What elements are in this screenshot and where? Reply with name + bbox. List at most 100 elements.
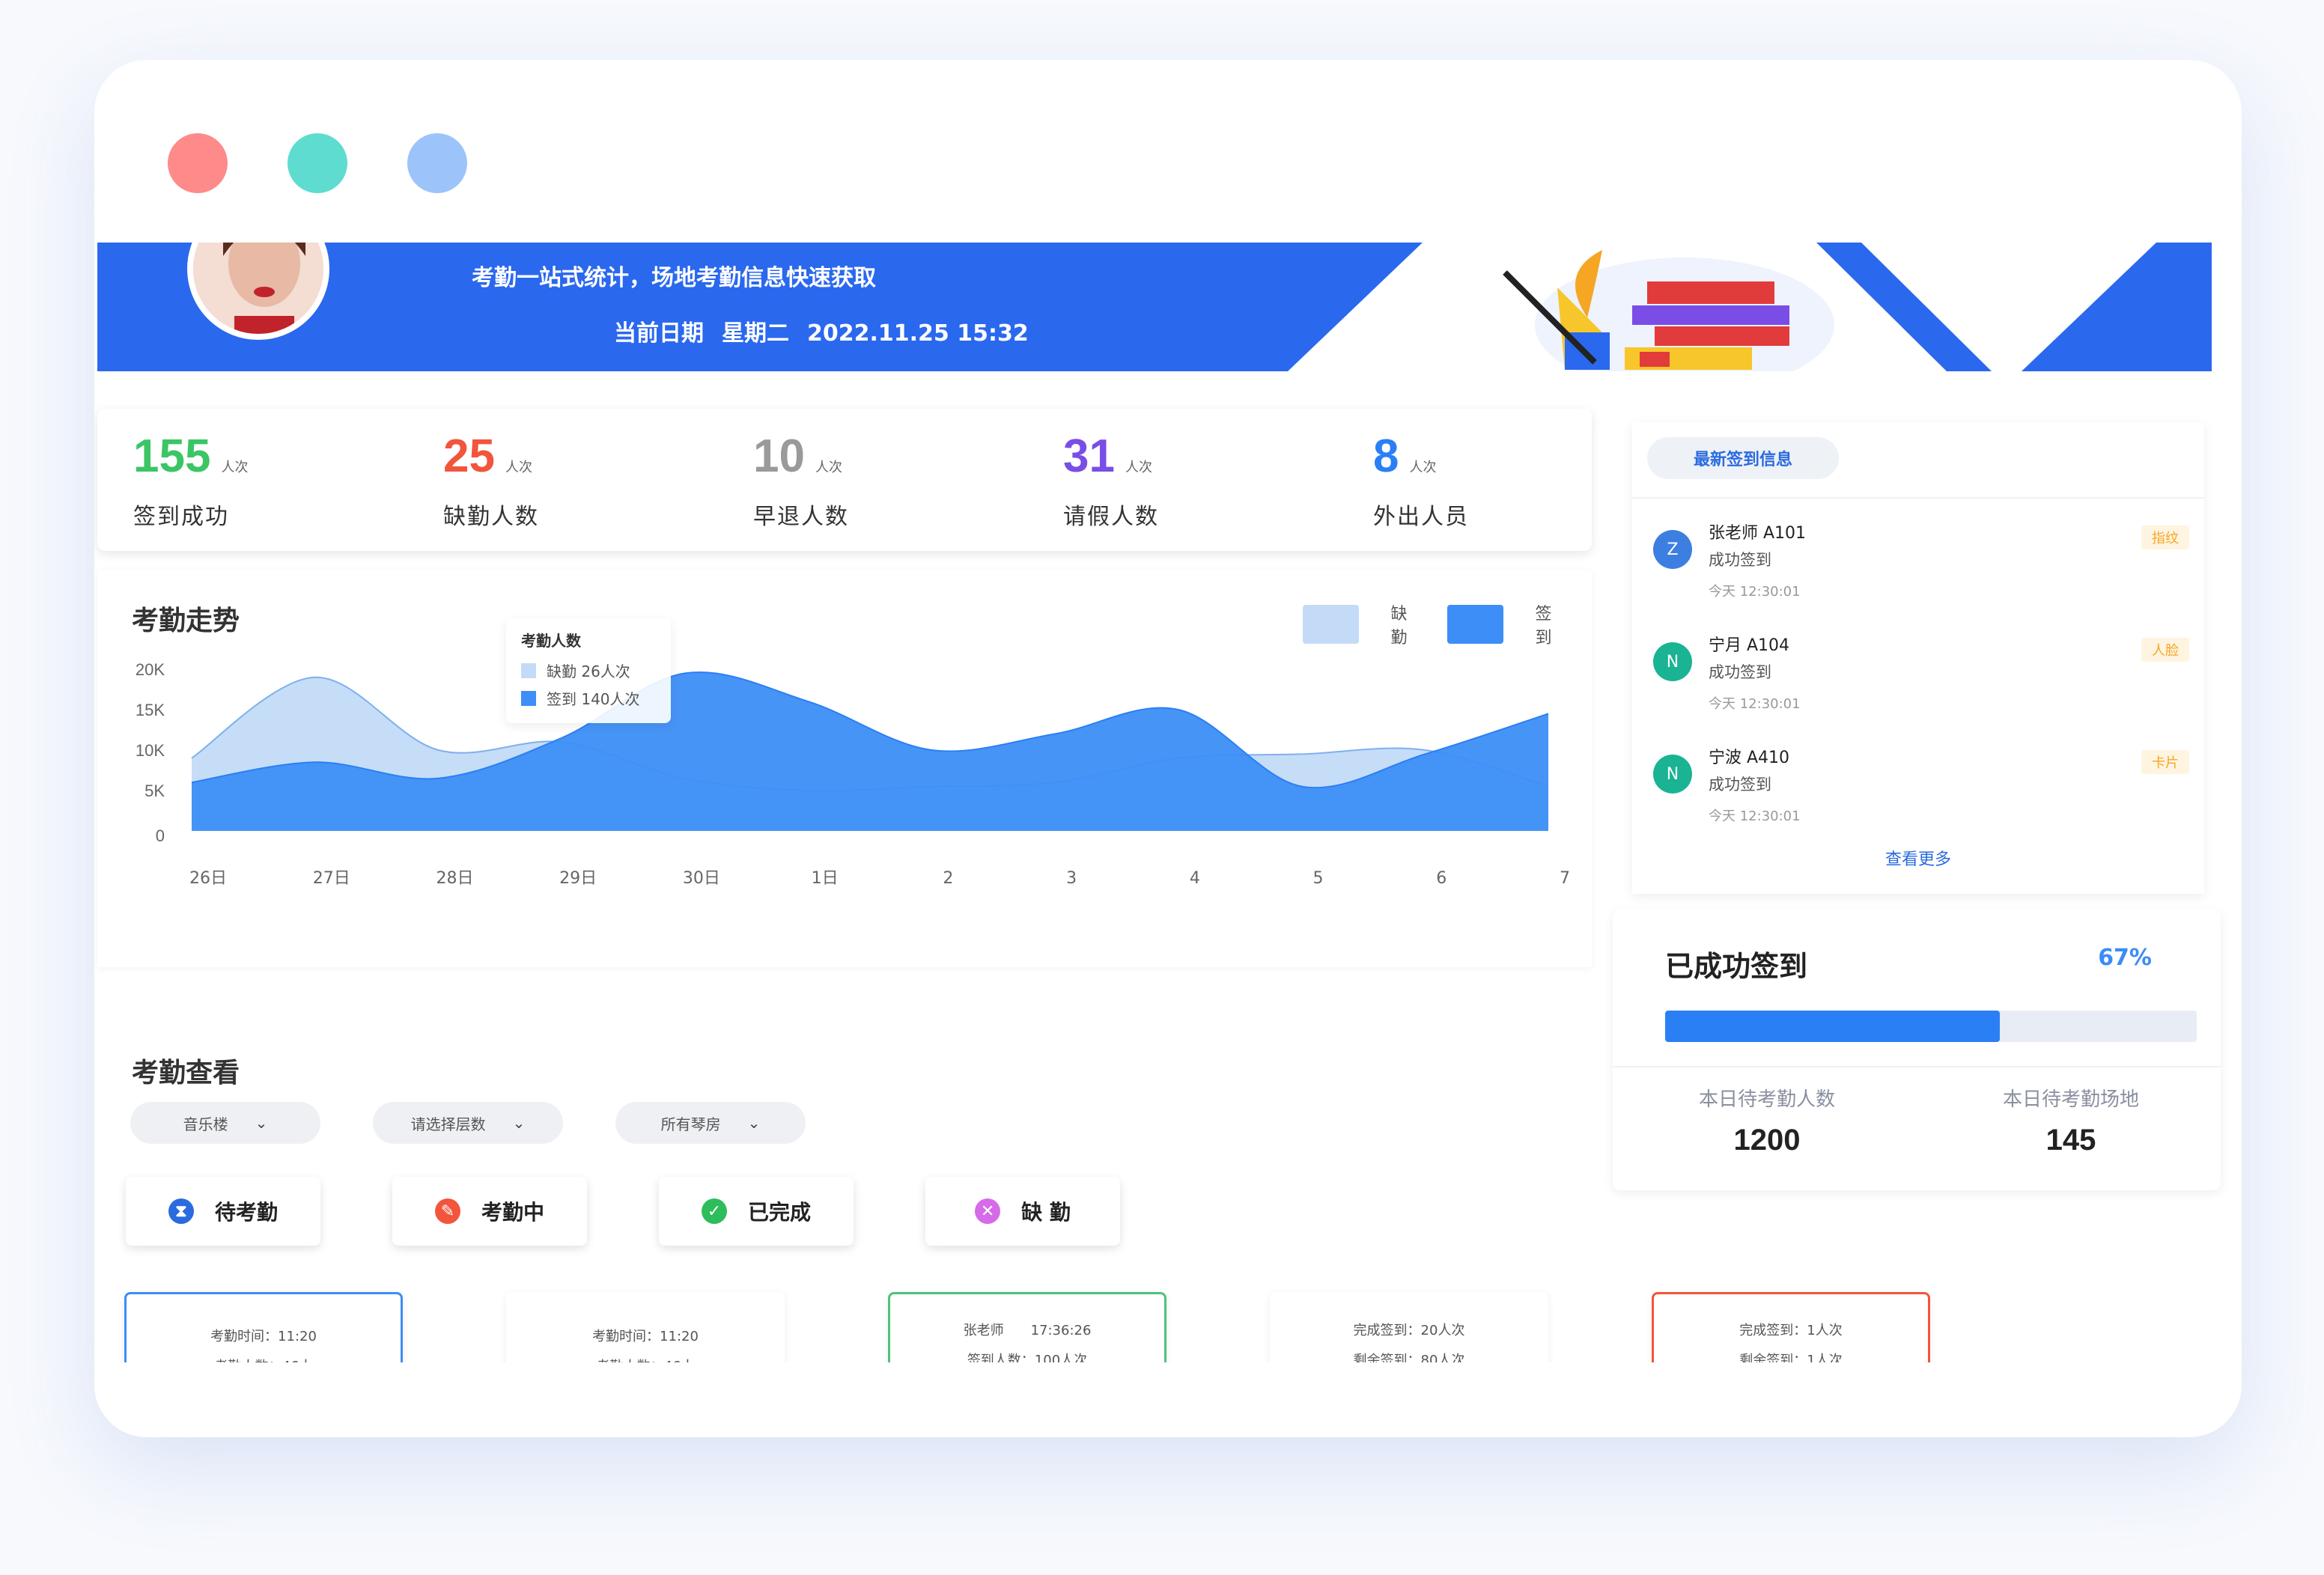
status-button[interactable]: ⧗ 待考勤 (126, 1177, 320, 1246)
chevron-down-icon: ⌄ (512, 1114, 526, 1132)
checkin-feed: 最新签到信息 Z 张老师 A101 成功签到 今天 12:30:01 指纹 N 宁月 A10… (1632, 422, 2204, 894)
stat-label: 缺勤人数 (443, 504, 539, 530)
status-button[interactable]: ✓ 已完成 (659, 1177, 854, 1246)
filter-bar: 音乐楼 ⌄ 请选择层数 ⌄ 所有琴房 ⌄ (130, 1102, 806, 1144)
feed-status: 成功签到 (1709, 551, 1771, 569)
select-value: 音乐楼 (183, 1115, 228, 1133)
attendance-card[interactable]: 完成签到：20人次剩余签到：80人次20% (1270, 1292, 1548, 1362)
attendance-card[interactable]: 张老师 17:36:26签到人数：100人次100% (888, 1292, 1166, 1362)
tooltip-text: 签到 140人次 (547, 690, 640, 708)
x-tick-label: 29日 (559, 869, 597, 888)
list-item[interactable]: N 宁波 A410 成功签到今天 12:30:01 卡片 (1653, 744, 2192, 841)
minimize-window-button[interactable] (288, 133, 347, 193)
attendance-title: 考勤查看 (132, 1058, 240, 1088)
stat-absent: 25 人次 缺勤人数 (443, 430, 539, 531)
feed-status: 成功签到 (1709, 776, 1771, 793)
stat-left-early: 10 人次 早退人数 (753, 430, 849, 531)
pending-rooms-stat: 本日待考勤场地 145 (1959, 1084, 2183, 1157)
y-tick-label: 20K (136, 660, 165, 679)
x-tick-label: 6 (1436, 869, 1447, 888)
attendance-card[interactable]: 考勤时间：11:20考勤人数：46人考勤类型：抽查模式 (124, 1292, 403, 1362)
x-tick-label: 28日 (436, 869, 473, 888)
close-circle-icon: ✕ (975, 1198, 1001, 1224)
card-line: 考勤时间：11:20 (592, 1329, 699, 1344)
chart-tooltip: 考勤人数 缺勤 26人次 签到 140人次 (506, 618, 671, 723)
stat-unit: 人次 (1409, 460, 1437, 475)
building-select[interactable]: 音乐楼 ⌄ (130, 1102, 320, 1144)
attendance-card[interactable]: 完成签到：1人次剩余签到：1人次50% (1652, 1292, 1930, 1362)
attendance-card[interactable]: 考勤时间：11:20考勤人数：46人考勤类型：抽查模式 (506, 1292, 785, 1362)
x-tick-label: 1日 (812, 869, 839, 888)
status-button-label: 已完成 (747, 1200, 811, 1225)
list-item[interactable]: Z 张老师 A101 成功签到 今天 12:30:01 指纹 (1653, 520, 2192, 617)
card-line: 张老师 17:36:26 (963, 1323, 1092, 1338)
y-tick-label: 5K (145, 782, 165, 800)
card-line: 完成签到：1人次 (1739, 1323, 1843, 1338)
divider (1632, 497, 2204, 499)
method-badge: 人脸 (2141, 638, 2189, 662)
tooltip-row-checkin: 签到 140人次 (521, 687, 656, 709)
hourglass-icon: ⧗ (168, 1198, 194, 1224)
progress-bar (1665, 1011, 2197, 1042)
stat-label: 早退人数 (753, 504, 849, 530)
x-tick-label: 2 (943, 869, 953, 888)
banner-background (97, 243, 2212, 371)
avatar: Z (1653, 530, 1692, 569)
stat-unit: 人次 (1125, 460, 1152, 475)
select-value: 所有琴房 (660, 1115, 721, 1133)
status-button[interactable]: ✎ 考勤中 (392, 1177, 587, 1246)
method-badge: 指纹 (2141, 525, 2189, 549)
stat-on-leave: 31 人次 请假人数 (1063, 430, 1159, 531)
stat-value: 31 (1063, 430, 1115, 482)
list-item[interactable]: N 宁月 A104 成功签到 今天 12:30:01 人脸 (1653, 632, 2192, 729)
floor-select[interactable]: 请选择层数 ⌄ (373, 1102, 563, 1144)
room-select[interactable]: 所有琴房 ⌄ (615, 1102, 806, 1144)
chevron-down-icon: ⌄ (747, 1114, 761, 1132)
select-value: 请选择层数 (410, 1115, 486, 1133)
avatar: N (1653, 755, 1692, 793)
feed-time: 今天 12:30:01 (1709, 808, 1801, 824)
clipboard-icon: ✎ (434, 1198, 460, 1224)
y-tick-label: 15K (136, 701, 165, 719)
progress-fill (1665, 1011, 2001, 1042)
card-line: 签到人数：100人次 (967, 1353, 1088, 1362)
weekday: 星期二 (722, 320, 789, 347)
progress-title: 已成功签到 (1665, 950, 1808, 983)
stat-value: 155 (133, 430, 211, 482)
window-controls (168, 133, 467, 193)
pstat-label: 本日待考勤场地 (2002, 1088, 2139, 1111)
avatar: N (1653, 642, 1692, 681)
maximize-window-button[interactable] (407, 133, 467, 193)
chevron-down-icon: ⌄ (255, 1114, 268, 1132)
tab-latest-checkins[interactable]: 最新签到信息 (1647, 437, 1839, 479)
x-tick-label: 3 (1066, 869, 1077, 888)
feed-time: 今天 12:30:01 (1709, 584, 1801, 600)
stat-unit: 人次 (815, 460, 842, 475)
view-more-link[interactable]: 查看更多 (1632, 846, 2204, 870)
stat-label: 签到成功 (133, 504, 229, 530)
feed-status: 成功签到 (1709, 663, 1771, 681)
pstat-label: 本日待考勤人数 (1698, 1088, 1835, 1111)
trend-chart[interactable]: 20K 15K 10K 5K 0 26日 27日 28日 29日 30日 1日 2 3 4 5 6 7 (97, 570, 1592, 967)
tooltip-title: 考勤人数 (521, 632, 581, 650)
card-line: 剩余签到：80人次 (1353, 1353, 1465, 1362)
close-window-button[interactable] (168, 133, 228, 193)
books-illustration (1503, 250, 1834, 371)
banner-tagline: 考勤一站式统计，场地考勤信息快速获取 (472, 265, 876, 291)
status-button[interactable]: ✕ 缺 勤 (925, 1177, 1120, 1246)
checkin-progress-card: 已成功签到 67% 本日待考勤人数 1200 本日待考勤场地 145 (1613, 909, 2221, 1190)
card-line: 考勤人数：46人 (127, 1356, 401, 1362)
avatar[interactable] (187, 243, 329, 340)
pending-people-stat: 本日待考勤人数 1200 (1655, 1084, 1879, 1157)
x-tick-label: 4 (1190, 869, 1200, 888)
pstat-value: 1200 (1733, 1124, 1801, 1157)
method-badge: 卡片 (2141, 750, 2189, 774)
stat-out: 8 人次 外出人员 (1373, 430, 1469, 531)
x-tick-label: 5 (1313, 869, 1324, 888)
tooltip-swatch (521, 662, 536, 678)
stat-unit: 人次 (505, 460, 532, 475)
feed-name: 宁波 A410 (1709, 749, 1790, 767)
progress-percent: 67% (2098, 945, 2152, 971)
datetime: 2022.11.25 15:32 (807, 320, 1029, 347)
status-button-label: 缺 勤 (1021, 1200, 1071, 1225)
